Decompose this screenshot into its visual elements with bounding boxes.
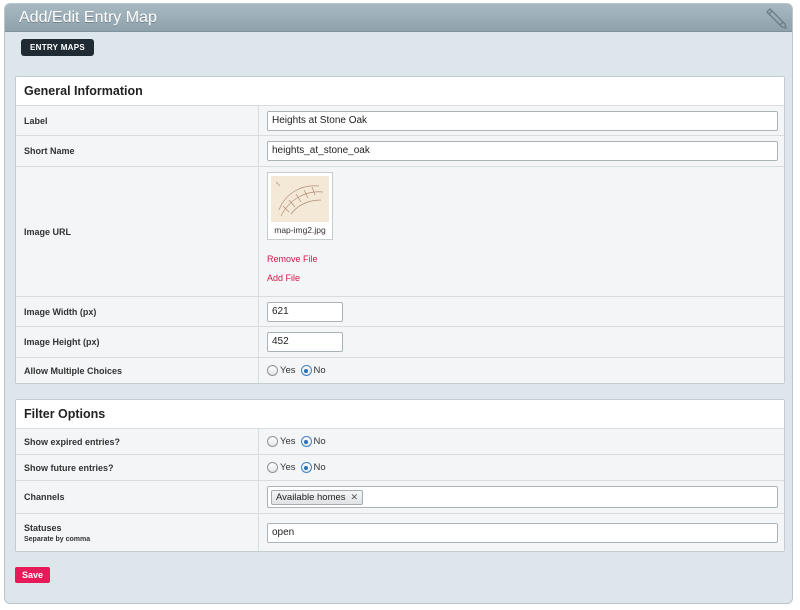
image-height-input[interactable]: 452	[267, 332, 343, 352]
pencil-icon	[766, 8, 787, 29]
channels-tag-input[interactable]: Available homes ✕	[267, 486, 778, 508]
show-expired-no-radio[interactable]	[300, 436, 312, 447]
image-width-row: Image Width (px) 621	[16, 297, 784, 327]
section-heading: General Information	[16, 77, 784, 106]
radio-label: No	[313, 462, 326, 473]
page-title: Add/Edit Entry Map	[19, 9, 157, 26]
radio-label: Yes	[280, 365, 296, 376]
image-thumbnail[interactable]: map-img2.jpg	[267, 172, 333, 240]
field-label: Channels	[16, 481, 259, 513]
add-file-link[interactable]: Add File	[267, 273, 300, 283]
save-button[interactable]: Save	[15, 567, 51, 583]
show-expired-radio-group: Yes No	[267, 436, 331, 447]
section-heading: Filter Options	[16, 400, 784, 429]
statuses-input[interactable]: open	[267, 522, 778, 543]
image-file-name: map-img2.jpg	[274, 225, 326, 235]
show-expired-row: Show expired entries? Yes No	[16, 429, 784, 455]
field-label: Image Width (px)	[16, 297, 259, 326]
image-url-row: Image URL map-img2.jpg Remove File Add F…	[16, 167, 784, 297]
radio-label: No	[313, 365, 326, 376]
show-future-row: Show future entries? Yes No	[16, 455, 784, 481]
statuses-row: Statuses Separate by comma open	[16, 514, 784, 551]
allow-multiple-radio-group: Yes No	[267, 365, 331, 376]
show-future-no-radio[interactable]	[300, 462, 312, 473]
image-height-row: Image Height (px) 452	[16, 327, 784, 358]
title-bar: Add/Edit Entry Map	[5, 4, 792, 32]
short-name-input[interactable]: heights_at_stone_oak	[267, 141, 778, 161]
image-width-input[interactable]: 621	[267, 301, 343, 322]
field-label: Show expired entries?	[16, 429, 259, 454]
field-label: Image URL	[16, 167, 259, 296]
allow-multiple-no-radio[interactable]	[300, 365, 312, 376]
field-label: Show future entries?	[16, 455, 259, 480]
tab-bar: ENTRY MAPS	[5, 32, 792, 64]
allow-multiple-row: Allow Multiple Choices Yes No	[16, 358, 784, 383]
field-label: Label	[16, 106, 259, 135]
entry-map-panel: Add/Edit Entry Map ENTRY MAPS General In…	[4, 3, 793, 604]
remove-file-link[interactable]: Remove File	[267, 254, 318, 264]
radio-label: Yes	[280, 436, 296, 447]
filter-options-section: Filter Options Show expired entries? Yes…	[15, 399, 785, 552]
show-expired-yes-radio[interactable]	[267, 436, 278, 447]
map-thumbnail-image	[271, 176, 329, 222]
field-label: Short Name	[16, 136, 259, 166]
radio-label: Yes	[280, 462, 296, 473]
channel-tag: Available homes ✕	[271, 489, 364, 505]
label-row: Label Heights at Stone Oak	[16, 106, 784, 136]
show-future-yes-radio[interactable]	[267, 462, 278, 473]
statuses-hint: Separate by comma	[24, 535, 91, 543]
tab-entry-maps[interactable]: ENTRY MAPS	[21, 39, 95, 56]
statuses-label-cell: Statuses Separate by comma	[16, 514, 259, 551]
channels-row: Channels Available homes ✕	[16, 481, 784, 514]
field-label: Statuses	[24, 522, 62, 533]
radio-label: No	[313, 436, 326, 447]
general-information-section: General Information Label Heights at Sto…	[15, 76, 785, 384]
remove-tag-icon[interactable]: ✕	[351, 491, 359, 504]
show-future-radio-group: Yes No	[267, 462, 331, 473]
short-name-row: Short Name heights_at_stone_oak	[16, 136, 784, 167]
allow-multiple-yes-radio[interactable]	[267, 365, 278, 376]
field-label: Allow Multiple Choices	[16, 358, 259, 383]
label-input[interactable]: Heights at Stone Oak	[267, 110, 778, 131]
field-label: Image Height (px)	[16, 327, 259, 357]
channel-tag-label: Available homes	[276, 491, 346, 503]
